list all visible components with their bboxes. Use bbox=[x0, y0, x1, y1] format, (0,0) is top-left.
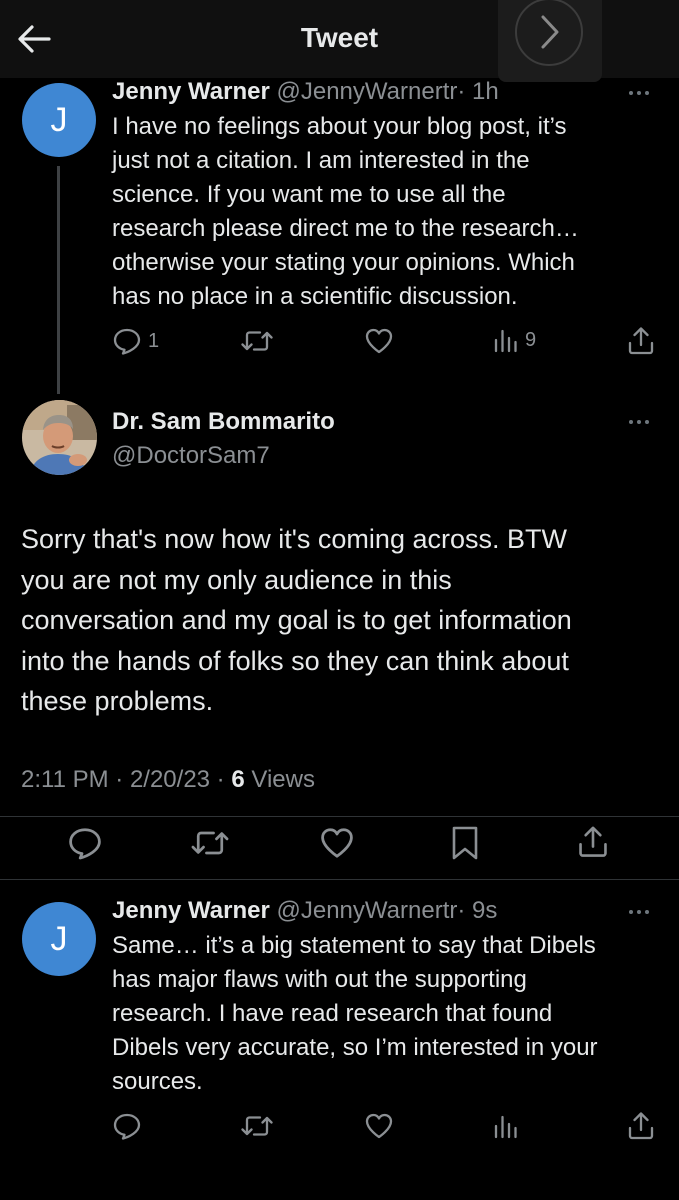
share-icon bbox=[628, 1112, 654, 1140]
reply-button[interactable]: 1 bbox=[112, 327, 159, 355]
tweet-text: Same… it’s a big statement to say that D… bbox=[112, 932, 598, 1095]
retweet-button[interactable] bbox=[240, 327, 274, 355]
retweet-button[interactable] bbox=[240, 1112, 274, 1140]
tweet-time: · 9s bbox=[457, 897, 498, 924]
analytics-icon bbox=[494, 329, 517, 353]
like-button[interactable] bbox=[364, 1112, 394, 1140]
heart-icon bbox=[321, 828, 353, 858]
more-options-icon[interactable] bbox=[629, 420, 649, 424]
tweet-date: 2/20/23 bbox=[129, 766, 211, 793]
tweet-author-line: Jenny Warner @JennyWarnertr· 9s bbox=[112, 897, 497, 925]
like-button[interactable] bbox=[364, 327, 394, 355]
tweet-author-line: Jenny Warner @JennyWarnertr· 1h bbox=[112, 78, 499, 106]
author-handle[interactable]: @JennyWarnertr bbox=[277, 78, 458, 105]
author-handle[interactable]: @DoctorSam7 bbox=[112, 442, 270, 470]
author-handle[interactable]: @JennyWarnertr bbox=[277, 897, 458, 924]
views-label[interactable]: Views bbox=[251, 766, 315, 793]
more-options-icon[interactable] bbox=[629, 91, 649, 95]
author-name[interactable]: Dr. Sam Bommarito bbox=[112, 408, 335, 436]
bookmark-button[interactable] bbox=[450, 825, 480, 861]
share-icon bbox=[579, 826, 607, 857]
views-button[interactable]: 9 bbox=[493, 327, 536, 353]
retweet-icon bbox=[191, 831, 229, 855]
author-name[interactable]: Jenny Warner bbox=[112, 78, 270, 105]
retweet-button[interactable] bbox=[190, 826, 230, 860]
heart-icon bbox=[365, 1113, 393, 1139]
more-options-icon[interactable] bbox=[629, 910, 649, 914]
heart-icon bbox=[365, 328, 393, 354]
share-button[interactable] bbox=[626, 326, 656, 356]
reply-icon bbox=[113, 328, 141, 355]
author-name[interactable]: Jenny Warner bbox=[112, 897, 270, 924]
like-button[interactable] bbox=[319, 826, 355, 860]
tweet-text: Sorry that's now how it's coming across.… bbox=[21, 524, 572, 716]
share-button[interactable] bbox=[626, 1111, 656, 1141]
chevron-right-icon bbox=[515, 0, 583, 66]
reply-icon bbox=[69, 828, 101, 860]
tweet-text: I have no feelings about your blog post,… bbox=[112, 113, 579, 310]
avatar[interactable]: J bbox=[22, 83, 96, 157]
divider bbox=[0, 816, 679, 817]
analytics-icon bbox=[494, 1115, 517, 1139]
reply-count: 1 bbox=[148, 329, 160, 352]
avatar[interactable] bbox=[22, 400, 97, 475]
next-tweet-button[interactable] bbox=[498, 0, 602, 82]
views-count: 6 bbox=[231, 766, 245, 793]
reply-button[interactable] bbox=[67, 826, 103, 860]
retweet-icon bbox=[241, 1116, 273, 1136]
tweet-time: 2:11 PM bbox=[21, 766, 109, 793]
tweet-time: · 1h bbox=[457, 78, 499, 105]
tweet-metadata: 2:11 PM · 2/20/23 · 6 Views bbox=[21, 766, 315, 793]
thread-connector bbox=[57, 166, 60, 394]
bookmark-icon bbox=[452, 826, 478, 860]
avatar[interactable]: J bbox=[22, 902, 96, 976]
divider bbox=[0, 879, 679, 880]
share-button[interactable] bbox=[576, 824, 610, 860]
views-count: 9 bbox=[525, 328, 537, 351]
retweet-icon bbox=[241, 331, 273, 351]
share-icon bbox=[628, 327, 654, 355]
reply-button[interactable] bbox=[112, 1112, 142, 1140]
reply-icon bbox=[113, 1113, 141, 1140]
views-button[interactable] bbox=[493, 1113, 519, 1139]
